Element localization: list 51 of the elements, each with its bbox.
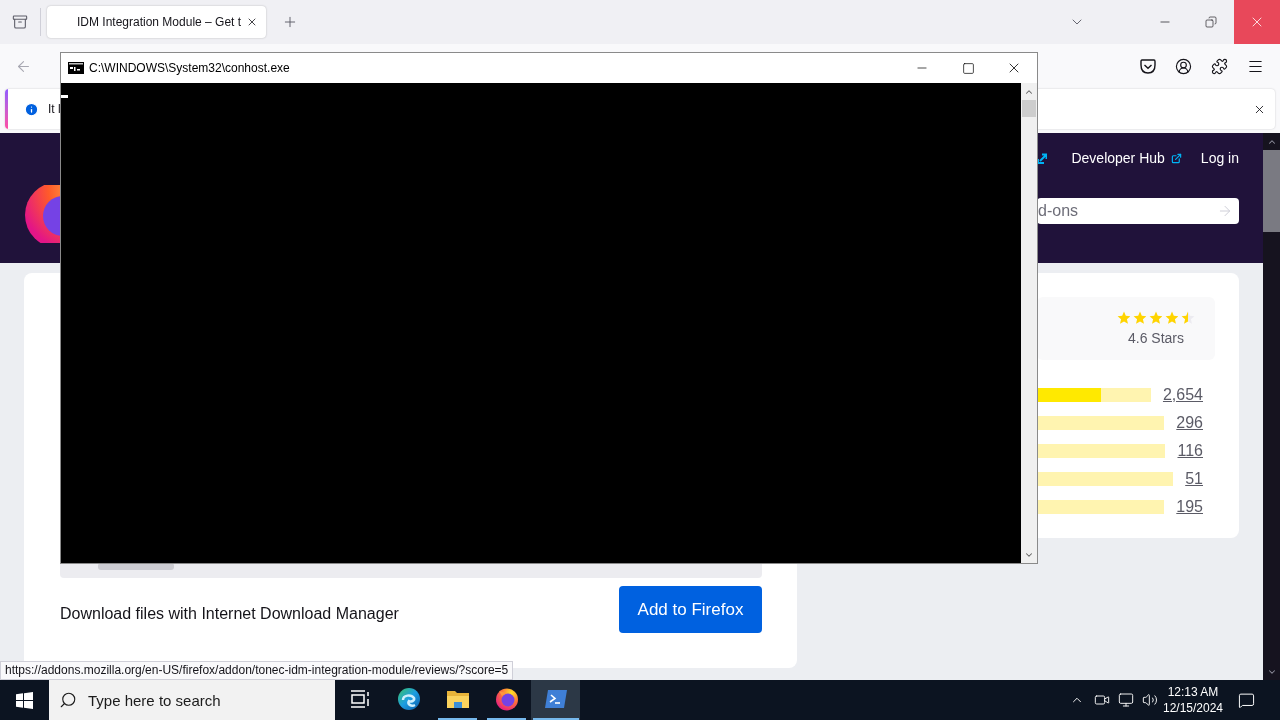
addon-summary: Download files with Internet Download Manager xyxy=(60,605,399,623)
restore-icon[interactable] xyxy=(1205,16,1217,28)
notification-text: It l xyxy=(48,101,61,118)
scroll-up-icon[interactable] xyxy=(1024,87,1034,97)
browser-tab[interactable]: IDM Integration Module – Get t xyxy=(47,6,266,38)
search-icon xyxy=(59,691,77,709)
login-link[interactable]: Log in xyxy=(1200,150,1239,166)
rating-label: 4.6 Stars xyxy=(1128,330,1184,346)
terminal-icon[interactable] xyxy=(543,689,568,709)
clock-time[interactable]: 12:13 AM xyxy=(1167,684,1219,700)
browser-swirl-icon[interactable] xyxy=(396,687,421,711)
rating-count-link[interactable]: 116 xyxy=(1177,442,1203,460)
windows-logo-icon xyxy=(15,691,33,709)
account-icon[interactable] xyxy=(1175,57,1192,75)
browser-logo-icon[interactable] xyxy=(494,687,519,711)
console-icon xyxy=(68,62,84,74)
console-title: C:\WINDOWS\System32\conhost.exe xyxy=(89,60,290,77)
monitor-icon[interactable] xyxy=(1118,692,1134,708)
star-icon xyxy=(1181,311,1195,325)
star-icon xyxy=(1133,311,1147,325)
scrollbar-thumb[interactable] xyxy=(1022,100,1036,117)
add-to-browser-button[interactable]: Add to Firefox xyxy=(619,586,762,633)
scroll-down-icon[interactable] xyxy=(1266,667,1277,677)
scrollbar-thumb[interactable] xyxy=(1263,150,1280,232)
accent-stripe xyxy=(5,89,8,129)
puzzle-icon[interactable] xyxy=(1211,57,1228,75)
chat-bubble-icon[interactable] xyxy=(1238,691,1255,709)
star-icon xyxy=(1149,311,1163,325)
clock-date[interactable]: 12/15/2024 xyxy=(1162,700,1224,716)
star-icon xyxy=(1117,311,1131,325)
tab-list-icon[interactable] xyxy=(12,14,28,30)
status-url: https://addons.mozilla.org/en-US/firefox/addon/tonec-idm-integration-module/reviews/?score=5 xyxy=(0,661,514,680)
volume-icon[interactable] xyxy=(1142,692,1158,708)
search-field[interactable]: d-ons xyxy=(1037,198,1239,224)
external-link-icon xyxy=(1170,152,1182,164)
folder-icon[interactable] xyxy=(445,688,470,710)
video-camera-icon[interactable] xyxy=(1094,692,1110,708)
close-icon[interactable] xyxy=(246,16,258,28)
maximize-icon[interactable] xyxy=(961,61,975,75)
scroll-down-icon[interactable] xyxy=(1024,550,1034,560)
rating-count-link[interactable]: 2,654 xyxy=(1162,386,1203,404)
rating-count-link[interactable]: 296 xyxy=(1176,414,1203,432)
scroll-up-icon[interactable] xyxy=(1266,137,1277,147)
shield-chevron-icon[interactable] xyxy=(1140,58,1156,74)
star-icon xyxy=(1165,311,1179,325)
search-field[interactable]: Type here to search xyxy=(49,680,335,720)
task-view-icon[interactable] xyxy=(349,690,370,708)
developer-hub-link[interactable]: Developer Hub xyxy=(1071,150,1182,166)
info-icon xyxy=(24,101,39,117)
rating-count-link[interactable]: 195 xyxy=(1176,498,1203,516)
rating-count-link[interactable]: 51 xyxy=(1185,470,1203,488)
